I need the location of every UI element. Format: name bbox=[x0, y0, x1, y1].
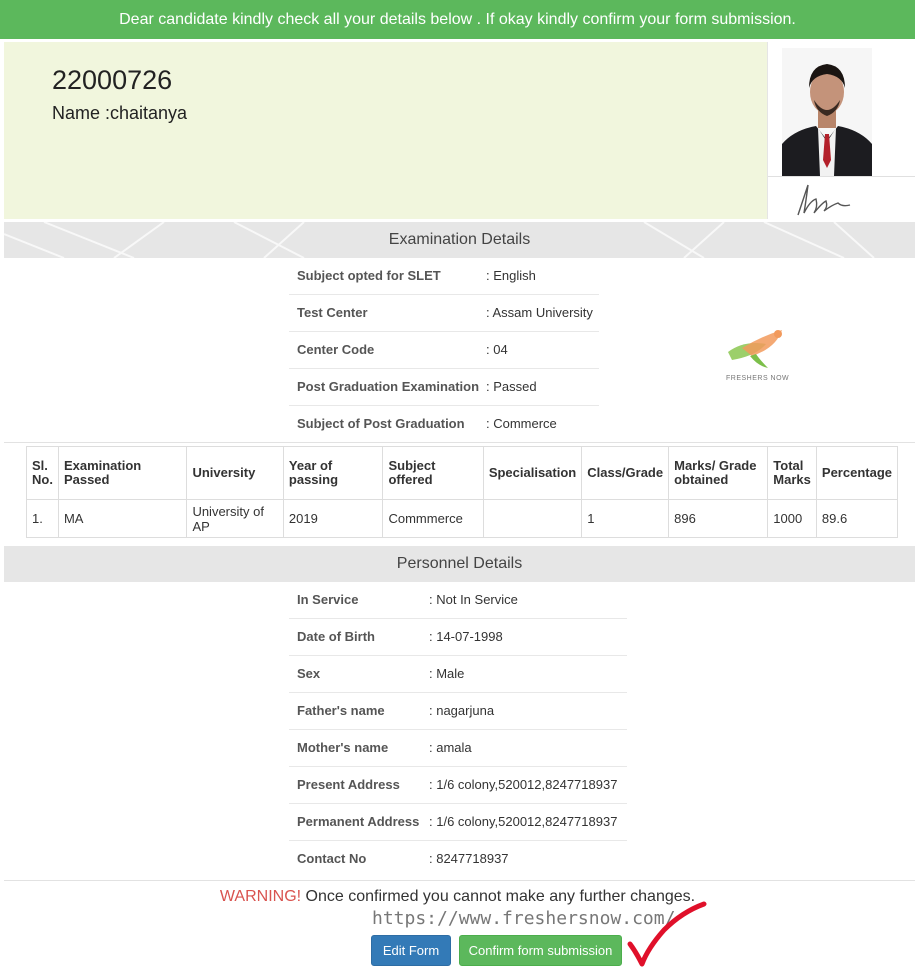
table-row: Father's name : nagarjuna bbox=[289, 692, 627, 730]
field-value: : Passed bbox=[486, 368, 599, 406]
logo-text: FRESHERS NOW bbox=[726, 375, 790, 382]
divider bbox=[4, 442, 915, 443]
personnel-details-header: Personnel Details bbox=[4, 546, 915, 582]
personnel-details-title: Personnel Details bbox=[396, 555, 523, 572]
table-row: Date of Birth : 14-07-1998 bbox=[289, 618, 627, 656]
table-row: Permanent Address : 1/6 colony,520012,82… bbox=[289, 803, 627, 841]
field-label: Contact No bbox=[297, 851, 367, 867]
field-label: Date of Birth bbox=[289, 618, 429, 656]
field-label: In Service bbox=[289, 581, 429, 619]
exam-details-table: Subject opted for SLET : English Test Ce… bbox=[289, 257, 599, 442]
field-label: Test Center bbox=[289, 294, 486, 332]
field-value: : English bbox=[486, 257, 599, 295]
qualification-table: Sl. No. Examination Passed University Ye… bbox=[26, 446, 899, 538]
table-cell: 1000 bbox=[767, 499, 817, 538]
field-value: : Not In Service bbox=[429, 581, 627, 619]
field-value: : 14-07-1998 bbox=[429, 618, 627, 656]
field-value: : 8247718937 bbox=[429, 851, 509, 867]
instruction-banner: Dear candidate kindly check all your det… bbox=[0, 0, 915, 39]
edit-form-button[interactable]: Edit Form bbox=[371, 935, 451, 966]
warning-message: WARNING! Once confirmed you cannot make … bbox=[0, 888, 915, 906]
table-header-row: Sl. No. Examination Passed University Ye… bbox=[26, 446, 899, 500]
table-row: Sex : Male bbox=[289, 655, 627, 693]
column-header: Year of passing bbox=[282, 446, 384, 500]
column-header: Class/Grade bbox=[581, 446, 670, 500]
table-row: Center Code : 04 bbox=[289, 331, 599, 369]
field-label: Center Code bbox=[289, 331, 486, 369]
field-label: Father's name bbox=[289, 692, 429, 730]
table-cell: 2019 bbox=[282, 499, 384, 538]
field-value: : 1/6 colony,520012,8247718937 bbox=[429, 803, 627, 841]
table-row: Mother's name : amala bbox=[289, 729, 627, 767]
table-cell: MA bbox=[57, 499, 188, 538]
table-cell: Commmerce bbox=[382, 499, 484, 538]
column-header: University bbox=[186, 446, 284, 500]
table-cell bbox=[482, 499, 583, 538]
table-row: Subject opted for SLET : English bbox=[289, 257, 599, 295]
application-number: 22000726 bbox=[52, 65, 173, 95]
confirm-submission-button[interactable]: Confirm form submission bbox=[459, 935, 622, 966]
warning-label: WARNING! bbox=[219, 888, 302, 905]
table-row: Test Center : Assam University bbox=[289, 294, 599, 332]
column-header: Examination Passed bbox=[57, 446, 188, 500]
table-row: Present Address : 1/6 colony,520012,8247… bbox=[289, 766, 627, 804]
table-cell: 1 bbox=[581, 499, 670, 538]
table-cell: 89.6 bbox=[815, 499, 899, 538]
field-label: Present Address bbox=[289, 766, 429, 804]
field-value: : amala bbox=[429, 729, 627, 767]
table-row: 1. MA University of AP 2019 Commmerce 1 … bbox=[26, 499, 899, 538]
personnel-details-table: In Service : Not In Service Date of Birt… bbox=[289, 581, 627, 877]
exam-details-title: Examination Details bbox=[388, 231, 531, 248]
candidate-name: Name :chaitanya bbox=[52, 103, 188, 123]
field-value: : Male bbox=[429, 655, 627, 693]
field-value: : Commerce bbox=[486, 416, 557, 432]
column-header: Sl. No. bbox=[26, 446, 59, 500]
exam-details-header: Examination Details bbox=[4, 222, 915, 258]
candidate-header: 22000726 Name :chaitanya bbox=[4, 42, 767, 219]
table-row: Subject of Post Graduation : Commerce bbox=[289, 405, 599, 442]
column-header: Percentage bbox=[815, 446, 899, 500]
field-value: : nagarjuna bbox=[429, 692, 627, 730]
table-row: In Service : Not In Service bbox=[289, 581, 627, 619]
table-cell: 1. bbox=[26, 499, 59, 538]
table-row: Post Graduation Examination : Passed bbox=[289, 368, 599, 406]
table-cell: 896 bbox=[668, 499, 769, 538]
candidate-photo bbox=[782, 48, 872, 176]
column-header: Specialisation bbox=[482, 446, 583, 500]
candidate-signature bbox=[768, 176, 915, 219]
field-label: Subject opted for SLET bbox=[289, 257, 486, 295]
freshersnow-logo: FRESHERS NOW bbox=[722, 326, 792, 388]
column-header: Total Marks bbox=[767, 446, 817, 500]
field-label: Mother's name bbox=[289, 729, 429, 767]
table-row: Contact No : 8247718937 bbox=[289, 840, 627, 877]
column-header: Subject offered bbox=[382, 446, 484, 500]
field-label: Permanent Address bbox=[289, 803, 429, 841]
photo-signature-box bbox=[767, 42, 915, 219]
field-value: : Assam University bbox=[486, 294, 599, 332]
checkmark-annotation-icon bbox=[627, 901, 707, 967]
table-cell: University of AP bbox=[186, 499, 284, 538]
field-label: Post Graduation Examination bbox=[289, 368, 486, 406]
field-value: : 04 bbox=[486, 331, 599, 369]
column-header: Marks/ Grade obtained bbox=[668, 446, 769, 500]
field-label: Sex bbox=[289, 655, 429, 693]
divider bbox=[4, 880, 915, 881]
field-value: : 1/6 colony,520012,8247718937 bbox=[429, 766, 627, 804]
field-label: Subject of Post Graduation bbox=[297, 416, 465, 432]
